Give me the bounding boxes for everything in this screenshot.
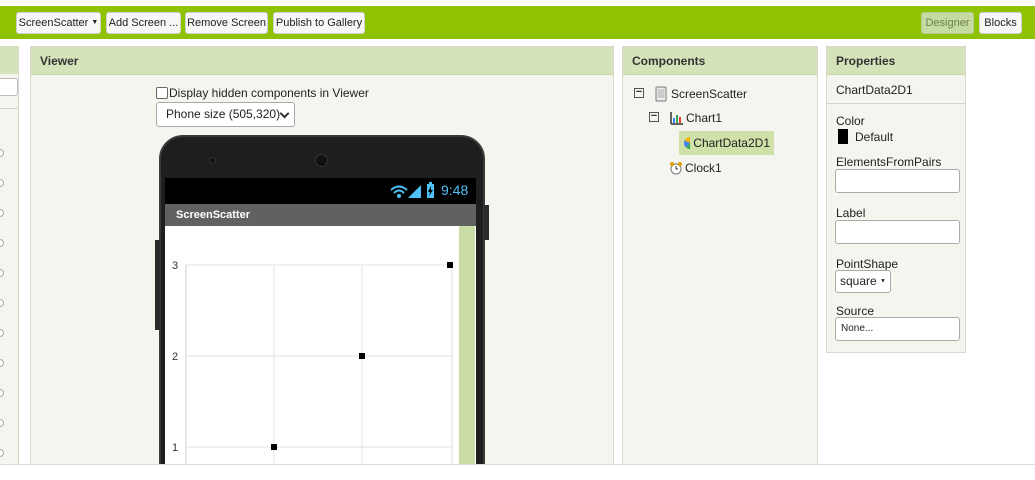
phone-screen: 3 2 1 (165, 226, 476, 466)
components-title: Components (623, 47, 817, 75)
scatter-chart: 3 2 1 (172, 260, 453, 466)
chevron-down-icon (279, 108, 290, 119)
bottom-bar (0, 464, 1035, 480)
phone-side-button (484, 205, 489, 240)
palette-info-icon[interactable] (0, 269, 4, 277)
palette-divider (0, 108, 19, 109)
toolbar: ScreenScatter ▼ Add Screen ... Remove Sc… (0, 6, 1035, 39)
phone-camera (315, 154, 328, 167)
component-clock1[interactable]: Clock1 (669, 158, 722, 178)
clock-icon (670, 162, 682, 175)
dropdown-arrow-icon: ▼ (91, 19, 99, 27)
phone-size-select[interactable]: Phone size (505,320) (156, 102, 295, 127)
battery-icon (427, 182, 434, 198)
palette-info-icon[interactable] (0, 179, 4, 187)
pointshape-label: PointShape (836, 257, 899, 271)
source-value: None... (841, 323, 874, 334)
dropdown-arrow-icon: ▼ (880, 278, 886, 285)
screen-select-button[interactable]: ScreenScatter ▼ (16, 12, 101, 34)
data-point (359, 353, 365, 359)
label-label: Label (836, 206, 866, 220)
blocks-button[interactable]: Blocks (979, 12, 1022, 34)
selected-component-name: ChartData2D1 (836, 83, 913, 97)
phone-side-button (155, 240, 160, 330)
palette-info-icon[interactable] (0, 299, 4, 307)
wifi-icon (390, 185, 408, 198)
screen-select-label: ScreenScatter (18, 17, 89, 29)
phone-size-value: Phone size (505,320) (166, 107, 281, 121)
pointshape-value: square (840, 274, 877, 288)
signal-icon (408, 185, 421, 198)
chart-data-icon (683, 137, 691, 150)
component-chartdata2d1[interactable]: ChartData2D1 (679, 131, 774, 155)
y-tick-label: 3 (172, 260, 178, 272)
component-chart1[interactable]: Chart1 (670, 108, 722, 128)
component-label: Clock1 (685, 161, 722, 175)
palette-info-icon[interactable] (0, 359, 4, 367)
color-label: Color (836, 114, 865, 128)
palette-info-icon[interactable] (0, 209, 4, 217)
y-tick-label: 1 (172, 442, 178, 454)
screen-scroll-strip[interactable] (459, 226, 475, 466)
viewer-title: Viewer (31, 47, 613, 75)
properties-divider (826, 103, 966, 104)
hidden-components-row[interactable]: Display hidden components in Viewer (156, 85, 369, 101)
data-point (271, 444, 277, 450)
component-screenscatter[interactable]: ScreenScatter (655, 84, 747, 104)
remove-screen-button[interactable]: Remove Screen (185, 12, 268, 34)
app-title-bar: ScreenScatter (165, 204, 476, 226)
palette-info-icon[interactable] (0, 419, 4, 427)
component-label: Chart1 (686, 111, 723, 125)
add-screen-button[interactable]: Add Screen ... (106, 12, 181, 34)
y-tick-label: 2 (172, 351, 178, 363)
elements-from-pairs-label: ElementsFromPairs (836, 155, 942, 169)
elements-from-pairs-input[interactable] (835, 169, 960, 193)
source-input[interactable]: None... (835, 317, 960, 341)
color-swatch (838, 129, 848, 144)
status-time: 9:48 (441, 182, 469, 198)
pointshape-select[interactable]: square ▼ (835, 270, 891, 293)
component-label: ChartData2D1 (693, 136, 770, 150)
phone-sensor (209, 157, 216, 164)
color-value: Default (855, 129, 894, 144)
palette-info-icon[interactable] (0, 329, 4, 337)
palette-info-icon[interactable] (0, 449, 4, 457)
label-input[interactable] (835, 220, 960, 244)
palette-header (0, 46, 18, 74)
palette-search-input[interactable] (0, 78, 18, 96)
designer-button[interactable]: Designer (921, 12, 974, 34)
screen-icon (655, 86, 667, 102)
chart-icon (670, 112, 683, 125)
status-bar (165, 178, 476, 204)
palette-info-icon[interactable] (0, 149, 4, 157)
hidden-components-label: Display hidden components in Viewer (169, 86, 369, 100)
publish-gallery-button[interactable]: Publish to Gallery (273, 12, 365, 34)
collapse-icon[interactable]: − (634, 87, 644, 98)
palette-info-icon[interactable] (0, 389, 4, 397)
hidden-components-checkbox[interactable] (156, 87, 168, 99)
component-label: ScreenScatter (671, 87, 748, 101)
properties-title: Properties (827, 47, 965, 75)
collapse-icon[interactable]: − (649, 111, 659, 122)
palette-info-icon[interactable] (0, 239, 4, 247)
data-point (447, 262, 453, 268)
color-picker[interactable]: Default (838, 129, 893, 144)
palette-panel (0, 46, 19, 466)
source-label: Source (836, 304, 875, 318)
